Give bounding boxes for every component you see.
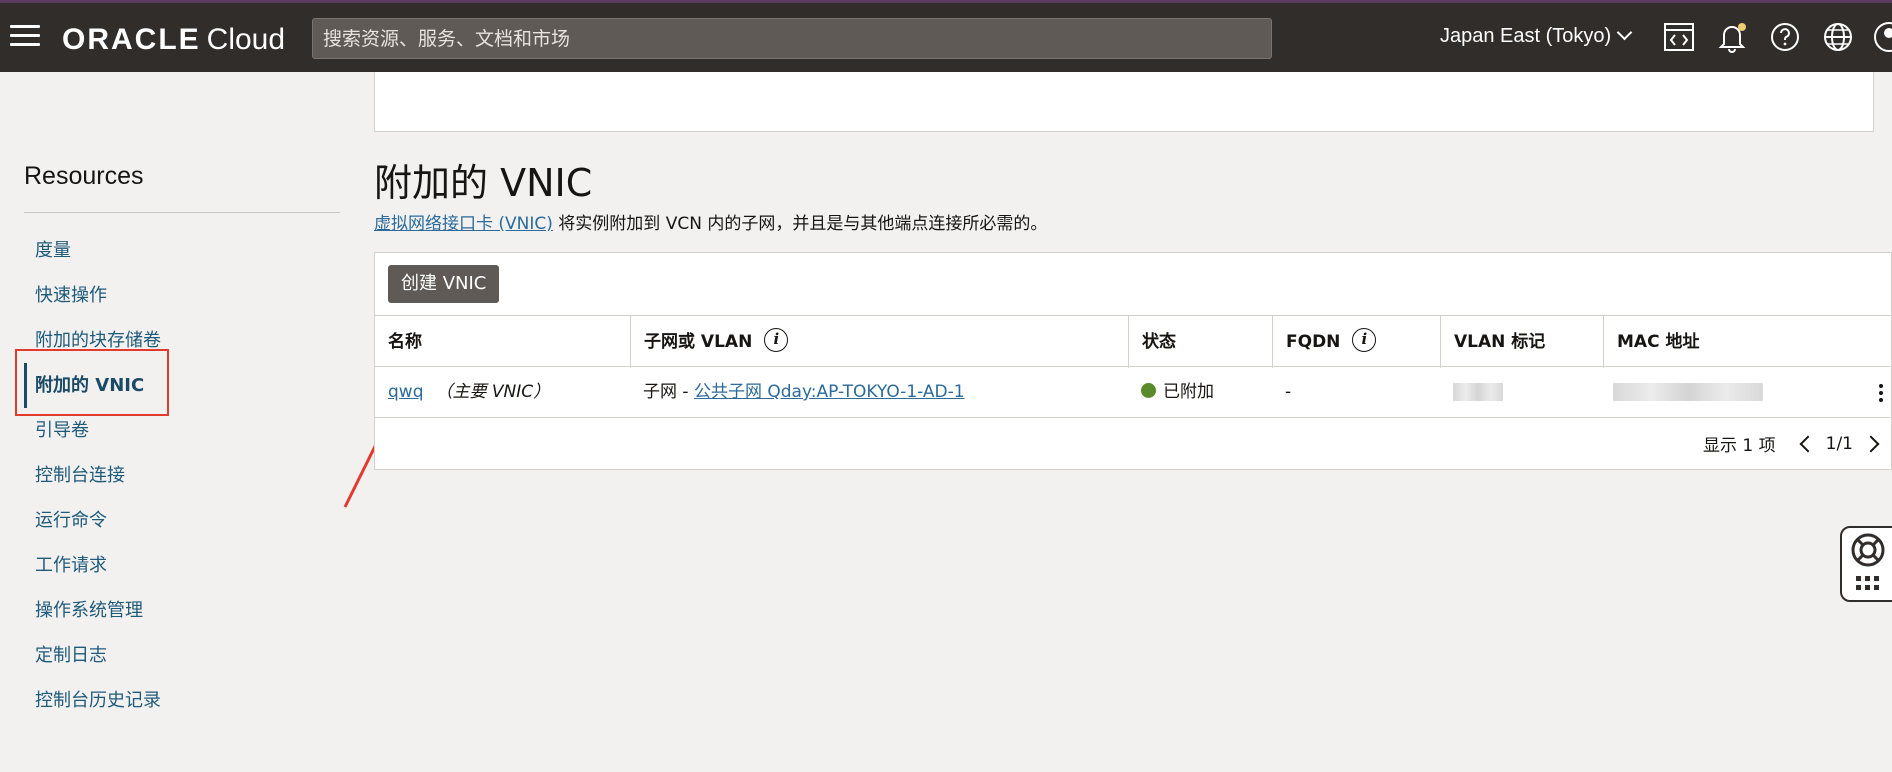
- resources-nav: 度量 快速操作 附加的块存储卷 附加的 VNIC 引导卷 控制台连接 运行命令 …: [24, 228, 161, 723]
- chevron-left-icon[interactable]: [1799, 435, 1817, 452]
- pagination: 显示 1 项 1/1: [1703, 431, 1880, 456]
- column-header-fqdn[interactable]: FQDN i: [1272, 316, 1440, 368]
- column-header-state[interactable]: 状态: [1128, 316, 1272, 368]
- mac-address-cell: [1613, 367, 1763, 418]
- column-header-subnet[interactable]: 子网或 VLAN i: [630, 316, 1128, 368]
- nav-item-run-command[interactable]: 运行命令: [24, 498, 161, 543]
- create-vnic-button[interactable]: 创建 VNIC: [388, 265, 500, 303]
- section-description: 虚拟网络接口卡 (VNIC) 将实例附加到 VCN 内的子网，并且是与其他端点连…: [374, 214, 1048, 234]
- redacted-value: [1613, 383, 1763, 401]
- fqdn-cell: -: [1285, 382, 1292, 402]
- oracle-cloud-logo[interactable]: ORACLE Cloud: [62, 23, 285, 57]
- nav-item-attached-vnics[interactable]: 附加的 VNIC: [24, 363, 161, 408]
- resources-heading: Resources: [24, 162, 144, 190]
- nav-item-custom-logs[interactable]: 定制日志: [24, 633, 161, 678]
- notifications-bell-icon[interactable]: [1715, 20, 1749, 54]
- search-input[interactable]: [312, 18, 1272, 59]
- divider: [24, 212, 340, 213]
- details-panel: [374, 72, 1874, 132]
- nav-item-block-volumes[interactable]: 附加的块存储卷: [24, 318, 161, 363]
- pager-count: 显示 1 项: [1703, 436, 1776, 456]
- nav-item-console-connection[interactable]: 控制台连接: [24, 453, 161, 498]
- lifebuoy-icon: [1851, 533, 1885, 590]
- status-cell: 已附加: [1141, 367, 1214, 418]
- chevron-down-icon: [1616, 24, 1633, 41]
- nav-item-quick-actions[interactable]: 快速操作: [24, 273, 161, 318]
- column-header-mac[interactable]: MAC 地址: [1603, 316, 1892, 368]
- info-icon[interactable]: i: [1352, 328, 1377, 352]
- nav-item-work-requests[interactable]: 工作请求: [24, 543, 161, 588]
- chevron-right-icon[interactable]: [1862, 435, 1880, 452]
- subnet-link[interactable]: 公共子网 Qday:AP-TOKYO-1-AD-1: [694, 382, 965, 402]
- region-selector[interactable]: Japan East (Tokyo): [1440, 24, 1633, 48]
- status-dot-icon: [1141, 382, 1156, 398]
- nav-item-console-history[interactable]: 控制台历史记录: [24, 678, 161, 723]
- row-actions-menu-icon[interactable]: [1879, 384, 1885, 404]
- column-header-name[interactable]: 名称: [375, 316, 630, 368]
- nav-item-os-management[interactable]: 操作系统管理: [24, 588, 161, 633]
- menu-icon[interactable]: [10, 25, 40, 47]
- help-icon[interactable]: [1768, 20, 1802, 54]
- table-header: 名称 子网或 VLAN i 状态 FQDN i VLAN 标记 MAC 地址: [375, 315, 1892, 368]
- help-widget[interactable]: [1840, 526, 1892, 602]
- vnic-table-card: 创建 VNIC 名称 子网或 VLAN i 状态 FQDN i VLAN 标记 MA…: [374, 252, 1892, 470]
- vnic-name-cell: qwq （主要 VNIC）: [388, 382, 551, 402]
- vlan-tag-cell: [1453, 367, 1503, 418]
- globe-language-icon[interactable]: [1821, 20, 1855, 54]
- pager-page: 1/1: [1825, 433, 1853, 454]
- cloud-shell-icon[interactable]: [1662, 20, 1696, 54]
- subnet-cell: 子网 - 公共子网 Qday:AP-TOKYO-1-AD-1: [643, 382, 965, 402]
- vnic-name-link[interactable]: qwq: [388, 382, 424, 402]
- top-bar: ORACLECloud Japan East (Tokyo): [0, 0, 1892, 72]
- table-row: qwq （主要 VNIC） 子网 - 公共子网 Qday:AP-TOKYO-1-A…: [375, 367, 1892, 418]
- redacted-value: [1453, 383, 1503, 401]
- nav-item-metrics[interactable]: 度量: [24, 228, 161, 273]
- page-title: 附加的 VNIC: [374, 161, 593, 205]
- user-profile-icon[interactable]: [1872, 20, 1892, 54]
- nav-item-boot-volume[interactable]: 引导卷: [24, 408, 161, 453]
- info-icon[interactable]: i: [764, 328, 789, 352]
- column-header-vlan-tag[interactable]: VLAN 标记: [1440, 316, 1603, 368]
- vnic-doc-link[interactable]: 虚拟网络接口卡 (VNIC): [374, 214, 553, 234]
